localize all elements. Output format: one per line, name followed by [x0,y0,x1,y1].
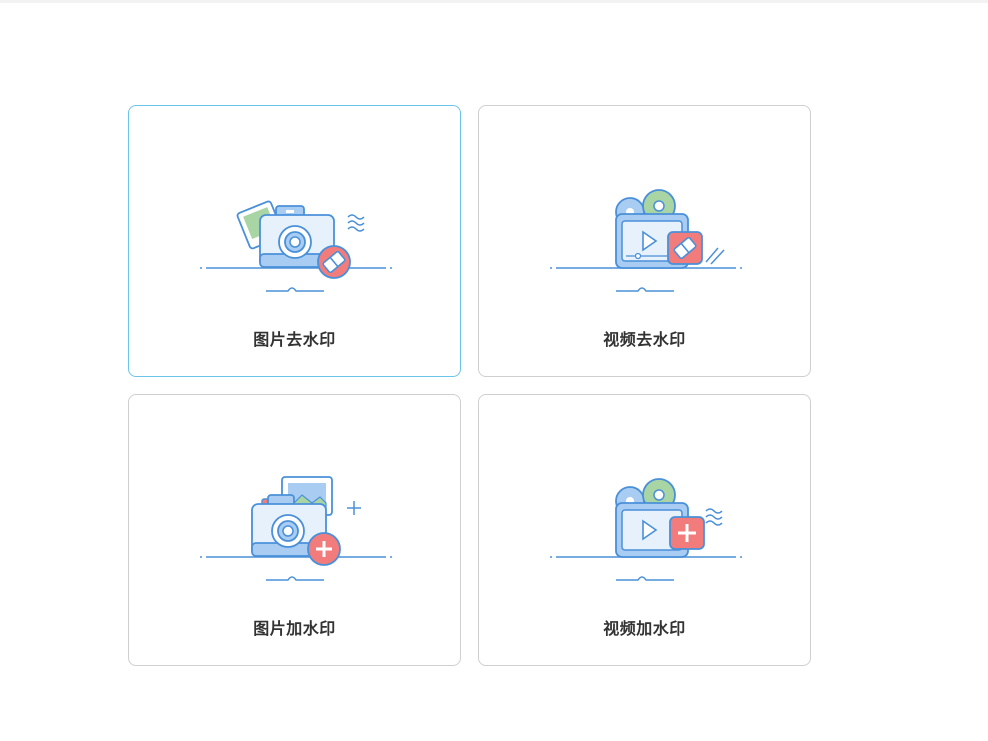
video-eraser-icon [550,189,742,292]
camera-add-icon [200,476,392,581]
card-label: 视频去水印 [603,330,686,349]
card-video-add-watermark[interactable]: 视频加水印 [478,394,811,666]
card-image-add-watermark[interactable]: 图片加水印 [128,394,461,666]
card-label: 图片加水印 [253,619,336,638]
card-label: 视频加水印 [603,619,686,638]
camera-eraser-icon [200,200,392,292]
top-divider [0,0,988,3]
video-add-icon [550,478,742,581]
card-image-remove-watermark[interactable]: 图片去水印 [128,105,461,377]
card-video-remove-watermark[interactable]: 视频去水印 [478,105,811,377]
card-label: 图片去水印 [253,330,336,349]
tool-grid: 图片去水印 视频去水印 图片加水印 视频加水印 [128,105,811,666]
